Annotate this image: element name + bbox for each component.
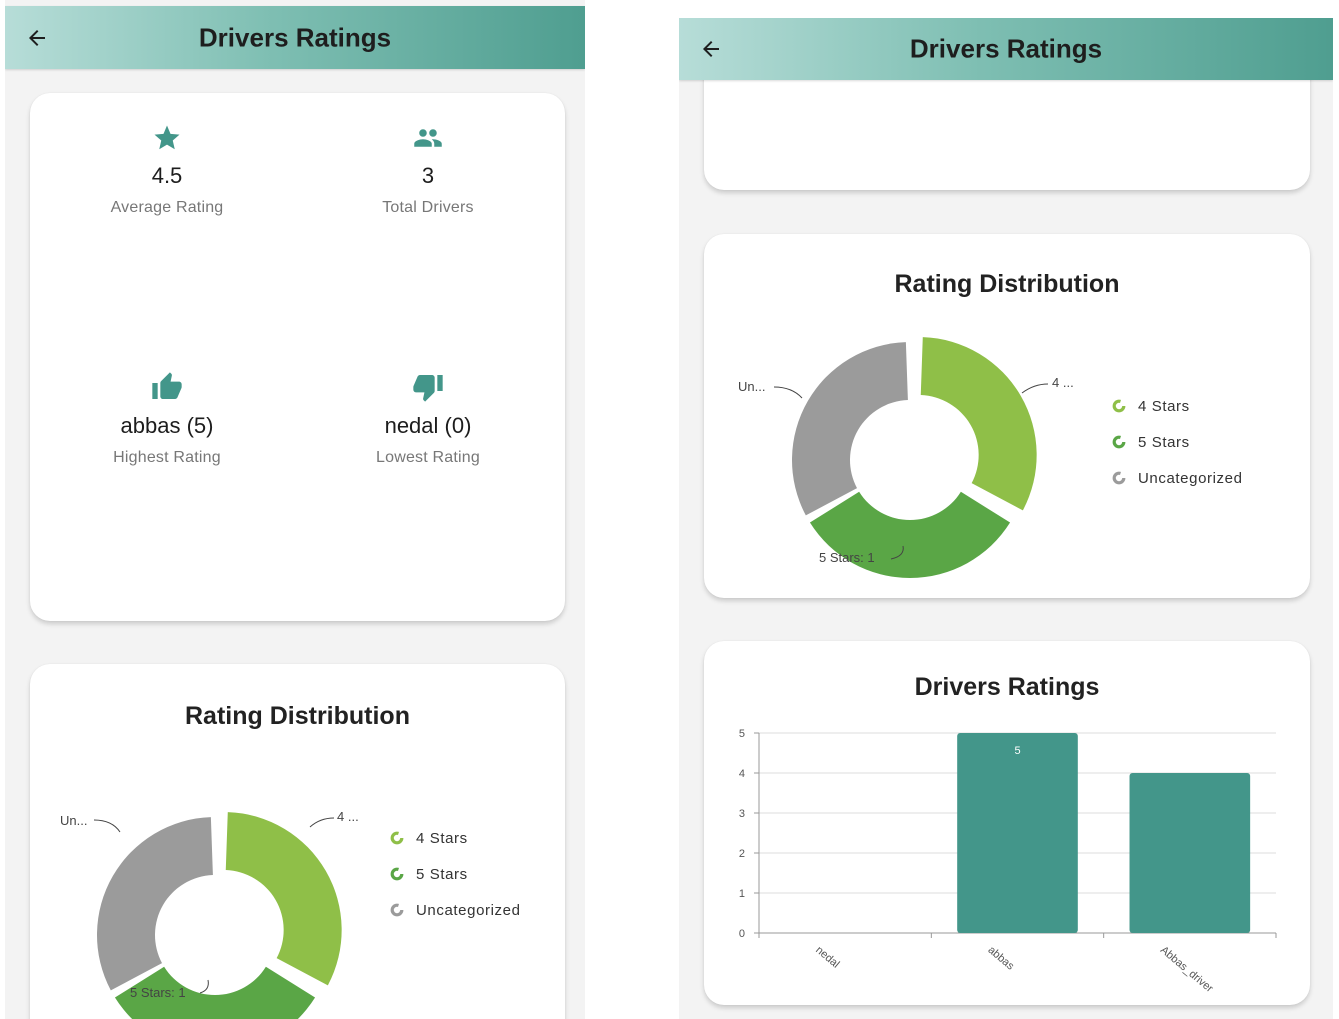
pie-label-5-stars: 5 Stars: 1 (130, 985, 186, 1000)
pie-legend: 4 Stars 5 Stars Uncategorized (1112, 388, 1243, 496)
legend-item-5-stars[interactable]: 5 Stars (1112, 424, 1243, 460)
x-tick-label: nedal (813, 944, 841, 970)
legend-ring-icon (390, 831, 404, 845)
lowest-rating-label: Lowest Rating (376, 449, 480, 466)
legend-ring-icon (1112, 399, 1126, 413)
legend-ring-icon (390, 903, 404, 917)
page-title: Drivers Ratings (198, 22, 392, 52)
pie-leader-un (93, 819, 121, 833)
drivers-ratings-chart-title: Drivers Ratings (914, 673, 1100, 701)
rating-distribution-pie: 4 ... Un... 5 Stars: 1 (60, 809, 359, 1019)
x-tick-label: Abbas_driver (1158, 944, 1216, 995)
pie-legend: 4 Stars 5 Stars Uncategorized (390, 820, 521, 928)
y-tick-label: 3 (739, 808, 745, 820)
pie-label-uncategorized: Un... (738, 379, 765, 394)
bar-abbas[interactable] (957, 733, 1078, 933)
lowest-rating-value: nedal (0) (384, 413, 472, 438)
legend-ring-icon (1112, 435, 1126, 449)
x-tick-label: abbas (986, 944, 1017, 973)
legend-item-5-stars[interactable]: 5 Stars (390, 856, 521, 892)
y-tick-label: 1 (739, 888, 745, 900)
legend-label: 4 Stars (416, 829, 468, 847)
pie-label-5-stars: 5 Stars: 1 (819, 550, 875, 565)
star-icon (154, 125, 180, 150)
legend-label: Uncategorized (416, 901, 521, 919)
pie-slice-uncategorized[interactable] (792, 342, 908, 516)
pie-leader-un (773, 386, 803, 399)
highest-rating-label: Highest Rating (113, 449, 221, 466)
thumb-down-icon (413, 375, 443, 402)
legend-item-4-stars[interactable]: 4 Stars (390, 820, 521, 856)
pie-leader-4 (1021, 383, 1049, 394)
drivers-ratings-bar-chart: 0 1 2 3 4 5 nedal 5 abbas Abbas_driver (739, 728, 1277, 995)
pie-slice-5-stars[interactable] (809, 491, 1011, 578)
group-icon (414, 129, 442, 147)
total-drivers-value: 3 (421, 163, 435, 188)
legend-item-uncategorized[interactable]: Uncategorized (390, 892, 521, 928)
screen-right: Drivers Ratings Rating Distribution 4 ..… (679, 18, 1333, 1019)
rating-distribution-title: Rating Distribution (185, 702, 410, 730)
pie-label-4-stars: 4 ... (1052, 375, 1074, 390)
pie-slice-4-stars[interactable] (225, 812, 342, 986)
legend-ring-icon (1112, 471, 1126, 485)
legend-label: 4 Stars (1138, 397, 1190, 415)
average-rating-value: 4.5 (151, 163, 183, 188)
pie-label-4-stars: 4 ... (337, 809, 359, 824)
legend-ring-icon (390, 867, 404, 881)
rating-distribution-pie: 4 ... Un... 5 Stars: 1 (738, 337, 1074, 578)
thumb-up-icon (152, 372, 182, 399)
pie-label-uncategorized: Un... (60, 813, 87, 828)
pie-leader-4 (309, 817, 335, 828)
average-rating-stat: 4.5 Average Rating (67, 123, 267, 217)
legend-label: Uncategorized (1138, 469, 1243, 487)
pie-leader-5 (199, 979, 209, 994)
lowest-rating-stat: nedal (0) Lowest Rating (328, 371, 528, 467)
legend-label: 5 Stars (416, 865, 468, 883)
total-drivers-label: Total Drivers (382, 199, 474, 216)
rating-distribution-card: Rating Distribution 4 ... Un... 5 Stars:… (30, 664, 565, 1019)
page-title: Drivers Ratings (909, 33, 1103, 64)
average-rating-label: Average Rating (110, 199, 224, 216)
bar-abbas_driver[interactable] (1129, 773, 1251, 933)
highest-rating-stat: abbas (5) Highest Rating (67, 371, 267, 467)
y-tick-label: 2 (739, 848, 745, 860)
legend-item-uncategorized[interactable]: Uncategorized (1112, 460, 1243, 496)
highest-rating-value: abbas (5) (120, 413, 214, 438)
y-tick-label: 0 (739, 928, 745, 940)
app-bar: Drivers Ratings (679, 18, 1333, 80)
legend-item-4-stars[interactable]: 4 Stars (1112, 388, 1243, 424)
pie-slice-4-stars[interactable] (920, 337, 1037, 511)
total-drivers-stat: 3 Total Drivers (328, 123, 528, 217)
app-bar: Drivers Ratings (5, 6, 585, 69)
bar-data-label: 5 (1014, 745, 1020, 757)
rating-distribution-title: Rating Distribution (894, 270, 1120, 298)
legend-label: 5 Stars (1138, 433, 1190, 451)
y-tick-label: 4 (739, 768, 745, 780)
rating-distribution-card: Rating Distribution 4 ... Un... 5 Stars:… (704, 234, 1310, 598)
pie-slice-uncategorized[interactable] (96, 817, 213, 991)
y-tick-label: 5 (739, 728, 745, 740)
stats-card: 4.5 Average Rating 3 Total Drivers abbas… (30, 93, 565, 621)
drivers-ratings-card: Drivers Ratings 0 1 2 3 4 5 nedal 5 abbas Abbas_d… (704, 641, 1310, 1005)
screen-left: Drivers Ratings 4.5 Average Rating 3 Tot… (5, 0, 585, 1019)
